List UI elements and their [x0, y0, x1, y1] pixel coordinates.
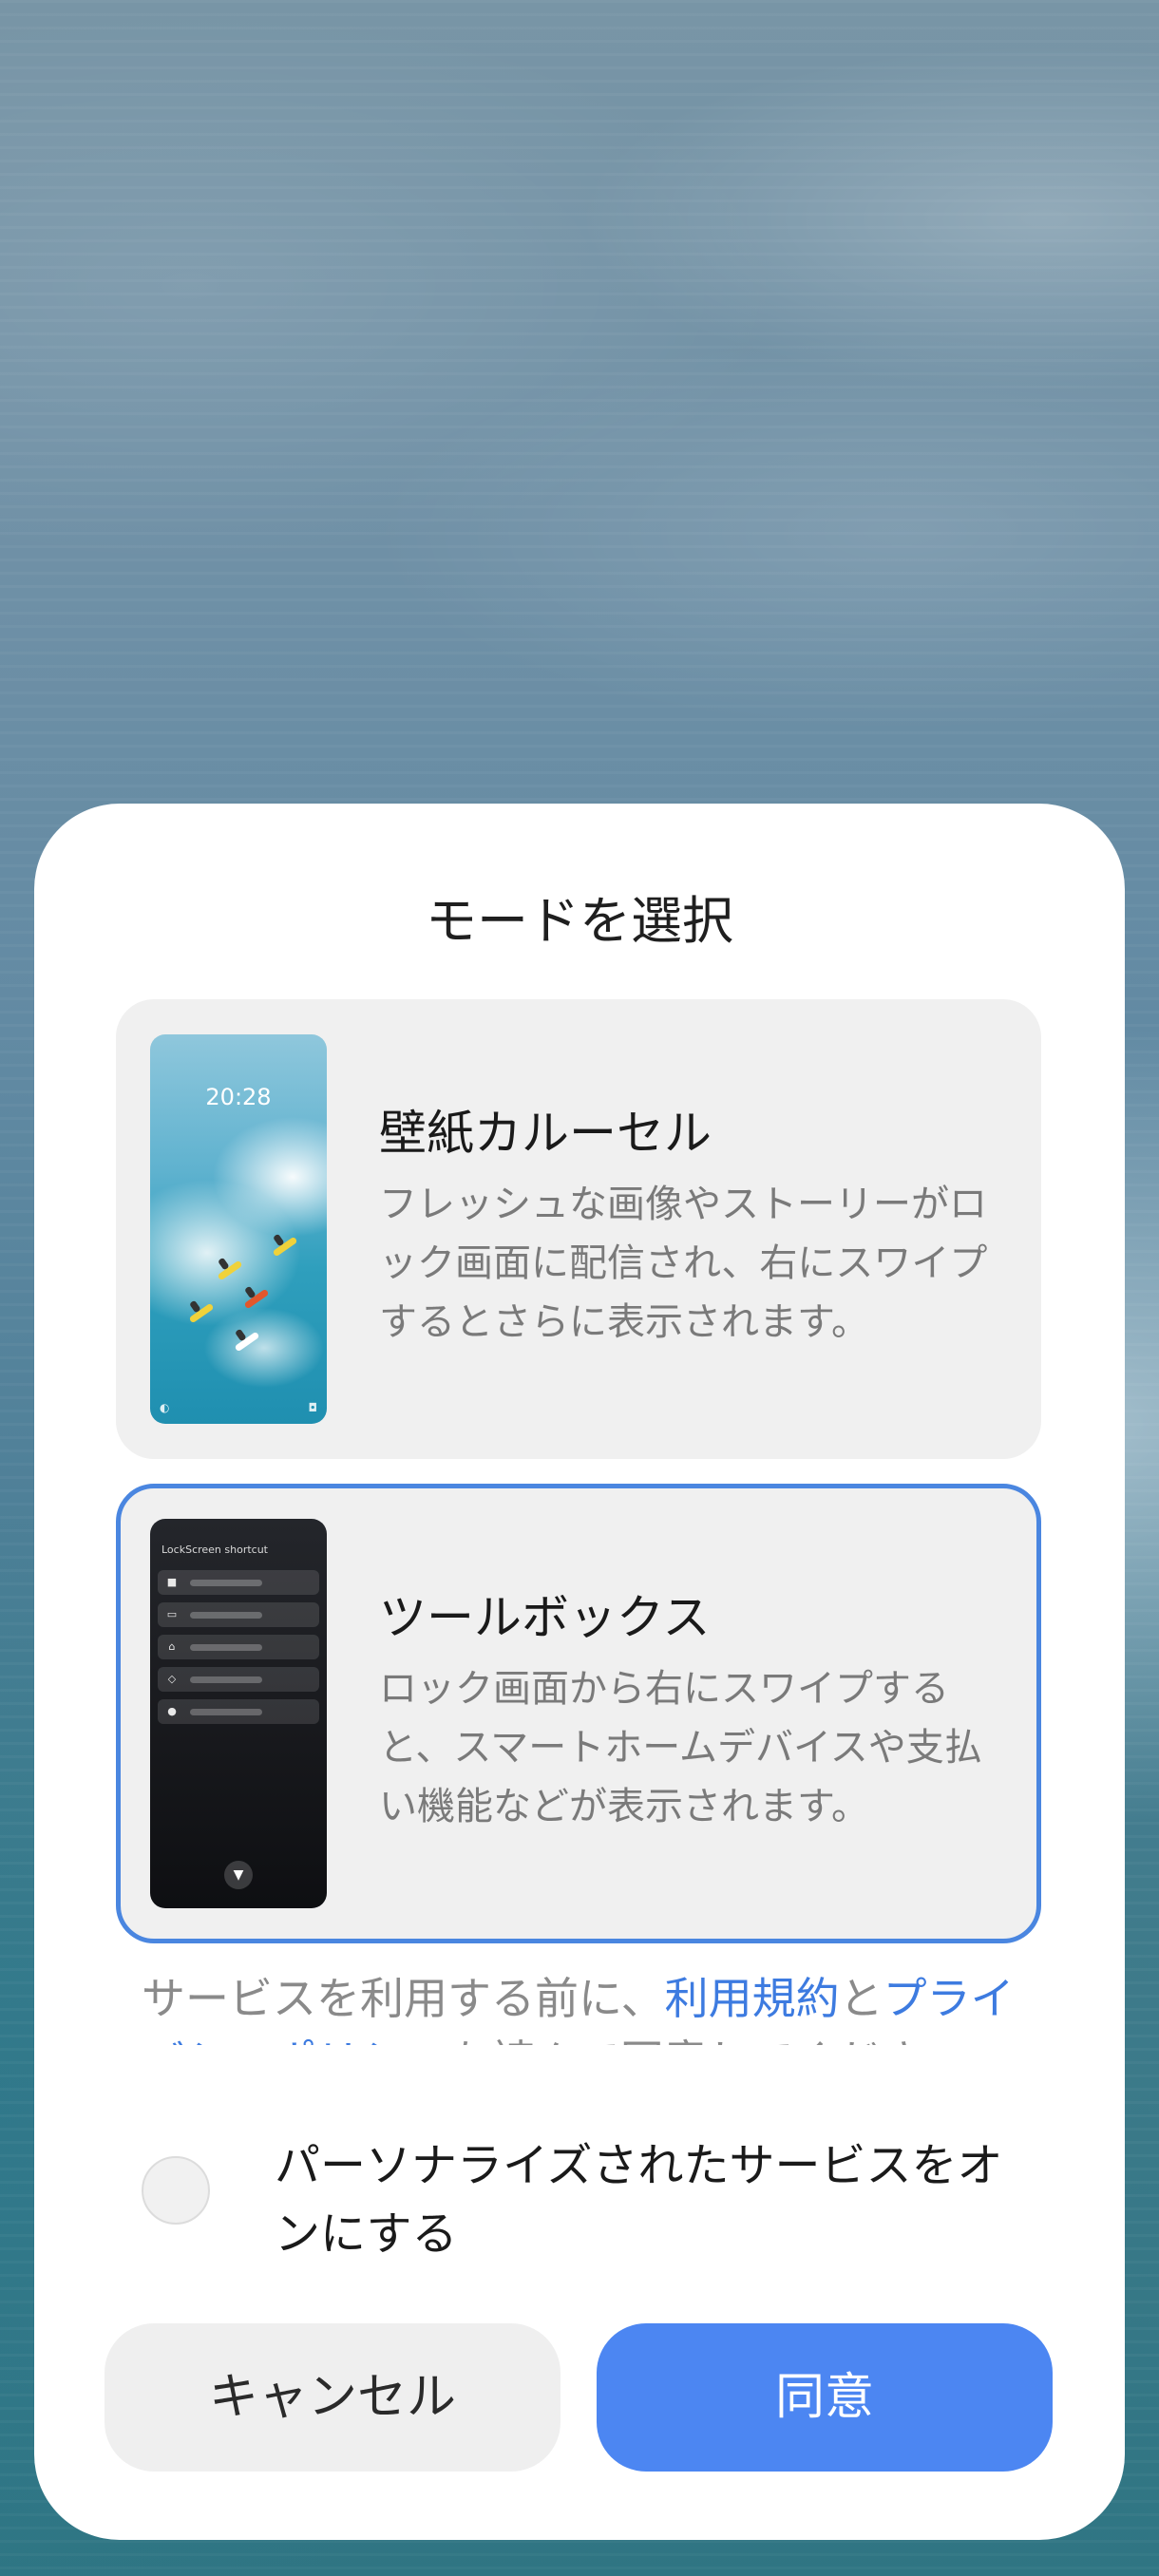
home-icon: ⌂	[168, 1640, 176, 1653]
shortcut-row: ⌂	[158, 1635, 319, 1659]
personalize-option[interactable]: パーソナライズされたサービスをオンにする	[142, 2131, 1054, 2264]
terms-of-use-link[interactable]: 利用規約	[665, 1973, 840, 2024]
personalize-label: パーソナライズされたサービスをオンにする	[275, 2139, 1003, 2261]
mode-select-dialog: モードを選択 20:28 ◐ ◘ 壁紙カルーセル フレッシュな画像やストーリーが…	[34, 804, 1125, 2540]
cube-icon: ■	[166, 1576, 178, 1588]
cancel-button[interactable]: キャンセル	[104, 2323, 560, 2472]
flashlight-icon: ▼	[224, 1861, 253, 1889]
surfer-figure	[217, 1260, 243, 1281]
shortcut-row: ▭	[158, 1602, 319, 1627]
personalize-checkbox[interactable]	[142, 2156, 210, 2225]
surfer-figure	[188, 1302, 215, 1324]
preview-header: LockScreen shortcut	[162, 1544, 268, 1556]
mode-description: ロック画面から右にスワイプすると、スマートホームデバイスや支払い機能などが表示さ…	[379, 1667, 982, 1828]
dialog-title: モードを選択	[426, 891, 733, 951]
wallpaper-carousel-preview: 20:28 ◐ ◘	[150, 1034, 327, 1424]
wallpaper-icon: ◐	[160, 1401, 170, 1414]
consent-joiner: と	[839, 1973, 884, 2024]
card-icon: ▭	[166, 1608, 178, 1620]
surfer-figure	[243, 1288, 270, 1310]
consent-text: サービスを利用する前に、利用規約とプライバシーポリシーを読んで同意してください。	[142, 1967, 1035, 2045]
shortcut-row: ◇	[158, 1667, 319, 1692]
consent-prefix: サービスを利用する前に、	[142, 1973, 665, 2024]
mode-description: フレッシュな画像やストーリーがロック画面に配信され、右にスワイプするとさらに表示…	[379, 1183, 988, 1344]
mode-title: ツールボックス	[379, 1590, 711, 1645]
mode-title: 壁紙カルーセル	[379, 1106, 712, 1161]
gear-icon: ●	[167, 1705, 177, 1717]
shortcut-row: ●	[158, 1699, 319, 1724]
shortcut-row: ■	[158, 1570, 319, 1595]
consent-suffix: を読んで同意してください。	[447, 2036, 1011, 2045]
preview-clock: 20:28	[205, 1084, 272, 1110]
shield-icon: ◇	[167, 1673, 177, 1685]
surfer-figure	[234, 1331, 260, 1353]
camera-icon: ◘	[308, 1401, 318, 1414]
mode-option-wallpaper-carousel[interactable]: 20:28 ◐ ◘ 壁紙カルーセル フレッシュな画像やストーリーがロック画面に配…	[116, 999, 1041, 1459]
mode-option-toolbox[interactable]: LockScreen shortcut ■ ▭ ⌂ ◇ ● ▼ ツールボックス …	[116, 1484, 1041, 1943]
toolbox-preview: LockScreen shortcut ■ ▭ ⌂ ◇ ● ▼	[150, 1519, 327, 1908]
surfer-figure	[272, 1236, 298, 1258]
agree-button[interactable]: 同意	[597, 2323, 1053, 2472]
